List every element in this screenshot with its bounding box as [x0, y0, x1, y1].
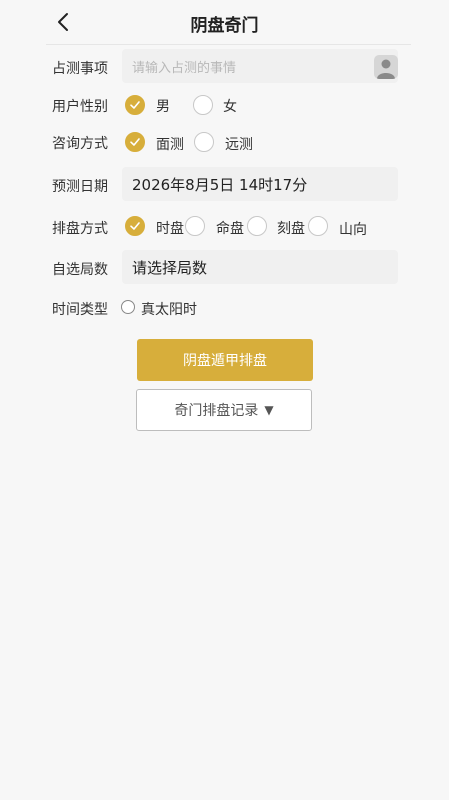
- custom-ju-select[interactable]: 请选择局数: [122, 250, 398, 284]
- gender-female-radio[interactable]: [193, 95, 213, 115]
- triangle-down-icon: ▼: [264, 403, 274, 417]
- true-solar-time-label[interactable]: 真太阳时: [141, 299, 197, 319]
- gender-female-label[interactable]: 女: [223, 96, 237, 116]
- true-solar-time-radio[interactable]: [121, 300, 135, 314]
- method-shanxiang-label[interactable]: 山向: [339, 219, 367, 239]
- gender-male-radio[interactable]: [125, 95, 145, 115]
- method-shanxiang-radio[interactable]: [308, 216, 328, 236]
- chart-method-label: 排盘方式: [52, 221, 108, 237]
- method-mingpan-label[interactable]: 命盘: [216, 218, 244, 238]
- matter-label: 占测事项: [52, 61, 108, 77]
- consult-face-radio[interactable]: [125, 132, 145, 152]
- consult-label: 咨询方式: [52, 136, 108, 152]
- method-shipan-radio[interactable]: [125, 216, 145, 236]
- page-title: 阴盘奇门: [190, 16, 259, 36]
- consult-face-label[interactable]: 面测: [156, 134, 184, 154]
- matter-placeholder: 请输入占测的事情: [132, 61, 237, 76]
- date-value: 2026年8月5日 14时17分: [132, 176, 308, 194]
- date-label: 预测日期: [52, 179, 108, 195]
- custom-ju-value: 请选择局数: [132, 259, 208, 277]
- submit-chart-label: 阴盘遁甲排盘: [183, 353, 267, 369]
- chart-records-button[interactable]: 奇门排盘记录 ▼: [136, 389, 312, 431]
- consult-remote-label[interactable]: 远测: [225, 134, 253, 154]
- header: 阴盘奇门: [0, 0, 449, 44]
- consult-remote-radio[interactable]: [194, 132, 214, 152]
- chart-records-label: 奇门排盘记录: [174, 403, 259, 419]
- time-type-label: 时间类型: [52, 302, 108, 318]
- submit-chart-button[interactable]: 阴盘遁甲排盘: [137, 339, 313, 381]
- gender-label: 用户性别: [52, 99, 108, 115]
- method-mingpan-radio[interactable]: [185, 216, 205, 236]
- matter-input[interactable]: 请输入占测的事情: [122, 49, 398, 83]
- gender-male-label[interactable]: 男: [156, 96, 170, 116]
- date-field[interactable]: 2026年8月5日 14时17分: [122, 167, 398, 201]
- method-kepan-radio[interactable]: [247, 216, 267, 236]
- header-divider: [46, 44, 411, 45]
- method-kepan-label[interactable]: 刻盘: [277, 218, 305, 238]
- custom-ju-label: 自选局数: [52, 262, 108, 278]
- method-shipan-label[interactable]: 时盘: [156, 218, 184, 238]
- person-icon[interactable]: [374, 55, 398, 79]
